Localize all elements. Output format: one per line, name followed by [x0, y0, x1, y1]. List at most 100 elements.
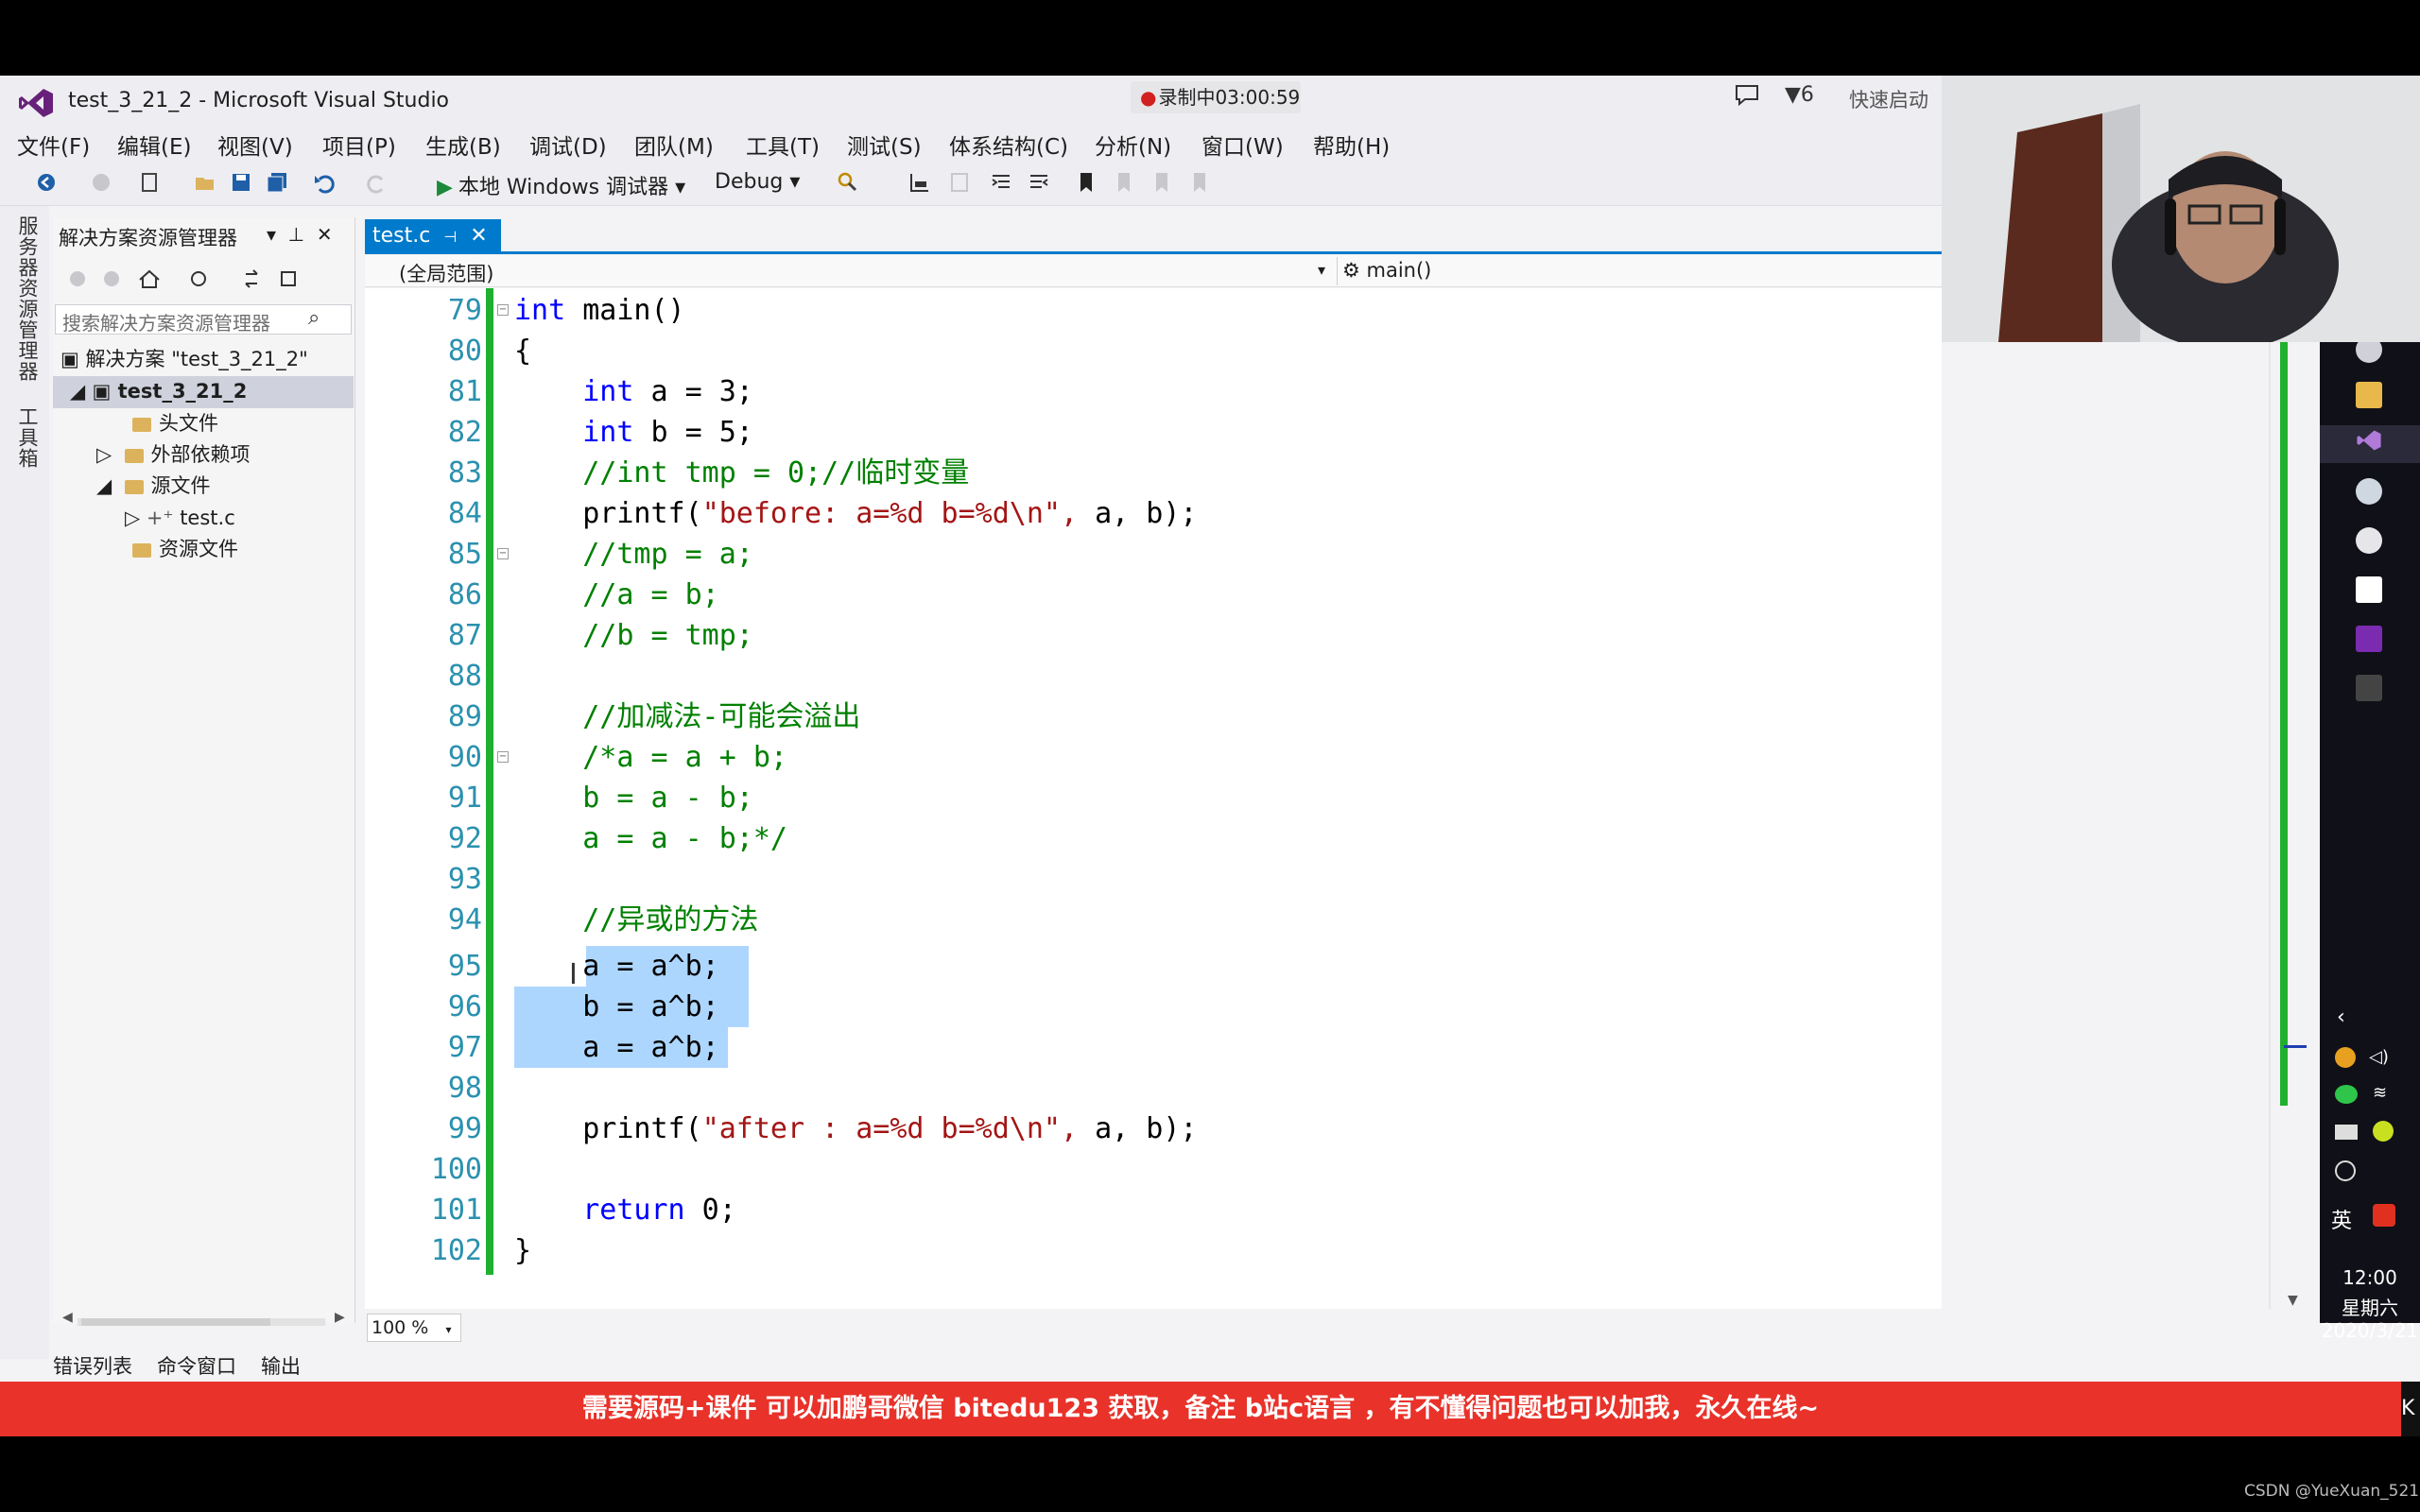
- toolbox-tab[interactable]: 工具箱: [13, 406, 42, 469]
- sx-back-icon[interactable]: [70, 271, 85, 286]
- webcam-overlay: [1942, 76, 2420, 342]
- tree-item-header-files[interactable]: 头文件: [132, 408, 218, 438]
- clock-time[interactable]: 12:00: [2320, 1266, 2420, 1289]
- menu-debug[interactable]: 调试(D): [529, 129, 607, 161]
- menu-tools[interactable]: 工具(T): [746, 129, 820, 161]
- app-icon[interactable]: [2356, 478, 2382, 505]
- save-icon[interactable]: [229, 170, 253, 195]
- line-number: 97: [447, 1031, 482, 1064]
- scope-chevron-icon[interactable]: ▾: [1318, 261, 1325, 279]
- collapse-all-icon[interactable]: [281, 271, 296, 286]
- fold-toggle-icon[interactable]: −: [497, 304, 509, 316]
- undo-icon[interactable]: [312, 170, 337, 195]
- sogou-ime-icon[interactable]: [2373, 1204, 2395, 1227]
- clock-date[interactable]: 2020/3/21: [2320, 1319, 2420, 1342]
- outdent-icon[interactable]: [1027, 170, 1051, 195]
- project-icon: ▣: [92, 380, 118, 403]
- photos-icon[interactable]: [2356, 576, 2382, 603]
- clear-bookmarks-icon[interactable]: [1187, 170, 1212, 195]
- pin-icon[interactable]: ⊥: [288, 223, 304, 246]
- layout-icon[interactable]: [947, 170, 972, 195]
- indent-icon[interactable]: [989, 170, 1013, 195]
- menu-view[interactable]: 视图(V): [217, 129, 293, 161]
- file-explorer-icon[interactable]: [2356, 382, 2382, 408]
- ime-indicator[interactable]: 英: [2331, 1204, 2352, 1234]
- sx-forward-icon[interactable]: [104, 271, 119, 286]
- start-debugging-button[interactable]: ▶ 本地 Windows 调试器 ▾: [437, 170, 685, 200]
- tray-app-icon[interactable]: [2373, 1121, 2394, 1142]
- open-file-icon[interactable]: [193, 170, 217, 195]
- record-dot-icon: ●: [1140, 86, 1157, 109]
- save-all-icon[interactable]: [265, 170, 289, 195]
- tree-item-solution[interactable]: ▣ 解决方案 "test_3_21_2": [60, 344, 308, 374]
- configuration-dropdown[interactable]: Debug ▾: [715, 170, 800, 194]
- prev-bookmark-icon[interactable]: [1112, 170, 1136, 195]
- tree-item-source-files[interactable]: ◢ 源文件: [96, 471, 211, 501]
- bookmark-icon[interactable]: [1074, 170, 1098, 195]
- qq-icon[interactable]: [2335, 1047, 2356, 1068]
- home-icon[interactable]: [139, 269, 160, 288]
- quick-launch-input[interactable]: 快速启动: [1849, 85, 1928, 113]
- zoom-dropdown[interactable]: 100 % ▾: [367, 1314, 461, 1342]
- battery-icon[interactable]: [2335, 1125, 2358, 1140]
- scroll-left-icon[interactable]: ◀: [62, 1310, 73, 1325]
- new-project-icon[interactable]: [138, 170, 163, 195]
- tray-app-icon[interactable]: [2335, 1160, 2356, 1181]
- tree-item-test-c[interactable]: ▷ +⁺ test.c: [125, 503, 235, 533]
- menu-file[interactable]: 文件(F): [17, 129, 90, 161]
- next-bookmark-icon[interactable]: [1150, 170, 1174, 195]
- menu-test[interactable]: 测试(S): [847, 129, 922, 161]
- volume-icon[interactable]: ◁): [2369, 1047, 2389, 1067]
- tree-item-external-deps[interactable]: ▷ 外部依赖项: [96, 439, 251, 470]
- tray-expand-icon[interactable]: ‹: [2337, 1005, 2345, 1029]
- tab-command-window[interactable]: 命令窗口: [157, 1351, 236, 1380]
- fold-toggle-icon[interactable]: −: [497, 548, 509, 559]
- clock-weekday[interactable]: 星期六: [2320, 1293, 2420, 1320]
- redo-icon[interactable]: [365, 170, 389, 195]
- scroll-down-icon[interactable]: ▼: [2288, 1293, 2298, 1308]
- search-icon[interactable]: ⌕: [308, 306, 320, 330]
- tree-item-project[interactable]: ◢ ▣ test_3_21_2: [70, 376, 247, 406]
- menu-analyze[interactable]: 分析(N): [1095, 129, 1171, 161]
- member-dropdown[interactable]: ⚙ main(): [1342, 259, 1431, 282]
- tab-test-c[interactable]: test.c ⊣ ✕: [365, 219, 501, 253]
- menu-architecture[interactable]: 体系结构(C): [949, 129, 1068, 161]
- menu-build[interactable]: 生成(B): [425, 129, 501, 161]
- wifi-icon[interactable]: ≋: [2373, 1083, 2387, 1103]
- keyword-token: int: [582, 375, 634, 408]
- solution-view-icon[interactable]: [908, 170, 932, 195]
- tab-error-list[interactable]: 错误列表: [53, 1351, 132, 1380]
- switch-views-icon[interactable]: [245, 269, 258, 288]
- sync-icon[interactable]: [191, 271, 206, 286]
- visual-studio-taskbar-icon[interactable]: [2356, 427, 2382, 454]
- back-icon[interactable]: [34, 170, 59, 195]
- editor-vertical-scrollbar[interactable]: [2269, 288, 2271, 1309]
- menu-window[interactable]: 窗口(W): [1201, 129, 1284, 161]
- scope-dropdown[interactable]: (全局范围): [399, 259, 493, 287]
- solution-explorer-hscrollbar[interactable]: ◀ ▶: [62, 1310, 346, 1327]
- tree-label: test.c: [180, 507, 235, 529]
- forward-icon[interactable]: [89, 170, 113, 195]
- code-line: int a = 3;: [514, 371, 753, 412]
- feedback-icon[interactable]: [1734, 83, 1760, 106]
- expanded-arrow-icon: ◢: [70, 380, 93, 403]
- wechat-icon[interactable]: [2335, 1085, 2358, 1104]
- server-explorer-tab[interactable]: 服务器资源管理器: [13, 215, 42, 382]
- fold-toggle-icon[interactable]: −: [497, 751, 509, 763]
- find-icon[interactable]: [836, 170, 860, 195]
- menu-help[interactable]: 帮助(H): [1313, 129, 1390, 161]
- tree-item-resource-files[interactable]: 资源文件: [132, 534, 238, 564]
- menu-edit[interactable]: 编辑(E): [117, 129, 191, 161]
- notification-count[interactable]: ▼6: [1785, 83, 1814, 107]
- menu-team[interactable]: 团队(M): [634, 129, 714, 161]
- tab-close-icon[interactable]: ✕: [470, 224, 487, 248]
- tab-pin-icon[interactable]: ⊣: [443, 228, 457, 246]
- terminal-icon[interactable]: [2356, 675, 2382, 701]
- scroll-right-icon[interactable]: ▶: [335, 1310, 345, 1325]
- menu-project[interactable]: 项目(P): [322, 129, 396, 161]
- app-icon[interactable]: [2356, 626, 2382, 652]
- panel-dropdown-icon[interactable]: ▾: [267, 223, 276, 246]
- tab-output[interactable]: 输出: [261, 1351, 301, 1380]
- app-icon[interactable]: [2356, 527, 2382, 554]
- close-icon[interactable]: ✕: [317, 223, 333, 246]
